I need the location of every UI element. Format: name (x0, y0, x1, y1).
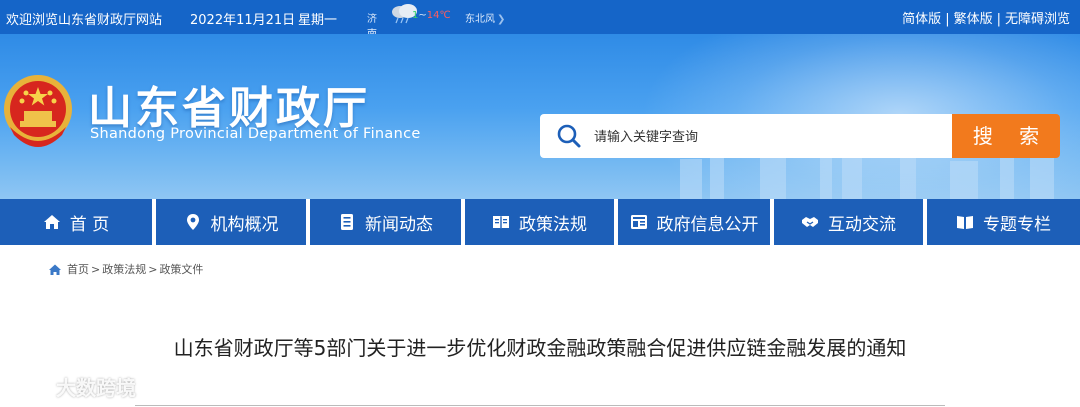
nav-item-policies[interactable]: 政策法规 (465, 199, 614, 245)
nav-item-gov-info[interactable]: 政府信息公开 (618, 199, 770, 245)
nav-item-label: 首 页 (69, 214, 110, 235)
open-book-icon (957, 216, 973, 229)
national-emblem-icon[interactable] (2, 69, 74, 159)
title-divider (135, 405, 945, 406)
news-icon (341, 214, 353, 230)
chevron-right-icon: ❯ (497, 14, 506, 25)
nav-item-label: 互动交流 (828, 214, 896, 235)
traditional-chinese-link[interactable]: 繁体版 (954, 12, 993, 27)
location-pin-icon (186, 214, 199, 230)
article-title: 山东省财政厅等5部门关于进一步优化财政金融政策融合促进供应链金融发展的通知 (173, 336, 907, 360)
skyline-building (842, 153, 862, 199)
watermark: 大数跨境 (10, 372, 136, 401)
breadcrumb-separator: > (148, 262, 158, 276)
nav-item-interaction[interactable]: 互动交流 (774, 199, 923, 245)
main-nav: 首 页 机构概况 新闻动态 政策法规 政府信息公开 互动交流 专题专栏 (0, 199, 1080, 245)
nav-item-label: 机构概况 (210, 214, 279, 235)
breadcrumb-separator: > (91, 262, 101, 276)
breadcrumb-policy-documents[interactable]: 政策文件 (159, 261, 203, 277)
info-panel-icon (630, 215, 647, 229)
header-banner: 山东省财政厅 Shandong Provincial Department of… (0, 34, 1080, 199)
breadcrumb-policies[interactable]: 政策法规 (102, 261, 146, 277)
current-weekday: 星期一 (298, 13, 338, 28)
weather-wind: 东北风 ❯ (465, 14, 506, 25)
nav-item-label: 政策法规 (519, 214, 587, 235)
weather-temperature: 1~14℃ (412, 10, 451, 21)
search-icon (557, 124, 581, 148)
home-icon (43, 215, 60, 229)
nav-item-label: 政府信息公开 (656, 214, 759, 235)
nav-item-organization[interactable]: 机构概况 (156, 199, 306, 245)
book-icon (493, 216, 509, 229)
simplified-chinese-link[interactable]: 简体版 (902, 12, 941, 27)
breadcrumb: 首页 > 政策法规 > 政策文件 (48, 261, 203, 277)
search-button[interactable]: 搜 索 (952, 114, 1060, 158)
nav-item-label: 新闻动态 (365, 214, 433, 235)
nav-item-topics[interactable]: 专题专栏 (927, 199, 1080, 245)
welcome-text: 欢迎浏览山东省财政厅网站 (6, 13, 163, 28)
nav-item-home[interactable]: 首 页 (0, 199, 152, 245)
handshake-icon (802, 217, 818, 227)
nav-item-label: 专题专栏 (983, 214, 1051, 235)
version-links: 简体版 | 繁体版 | 无障碍浏览 (902, 12, 1070, 27)
current-date: 2022年11月21日 (190, 13, 296, 28)
nav-item-news[interactable]: 新闻动态 (310, 199, 461, 245)
watermark-text: 大数跨境 (56, 376, 136, 400)
breadcrumb-home[interactable]: 首页 (67, 261, 89, 277)
skyline-building (1030, 155, 1054, 199)
home-icon (49, 264, 61, 275)
top-bar: 欢迎浏览山东省财政厅网站 2022年11月21日 星期一 济南 1~14℃ 东北… (0, 0, 1080, 40)
skyline-building (680, 159, 702, 199)
search-box (540, 114, 952, 158)
watermark-logo-icon (13, 378, 47, 393)
skyline-building (950, 161, 978, 199)
search-input[interactable] (592, 124, 936, 150)
site-subtitle: Shandong Provincial Department of Financ… (90, 126, 421, 142)
accessibility-link[interactable]: 无障碍浏览 (1005, 12, 1070, 27)
